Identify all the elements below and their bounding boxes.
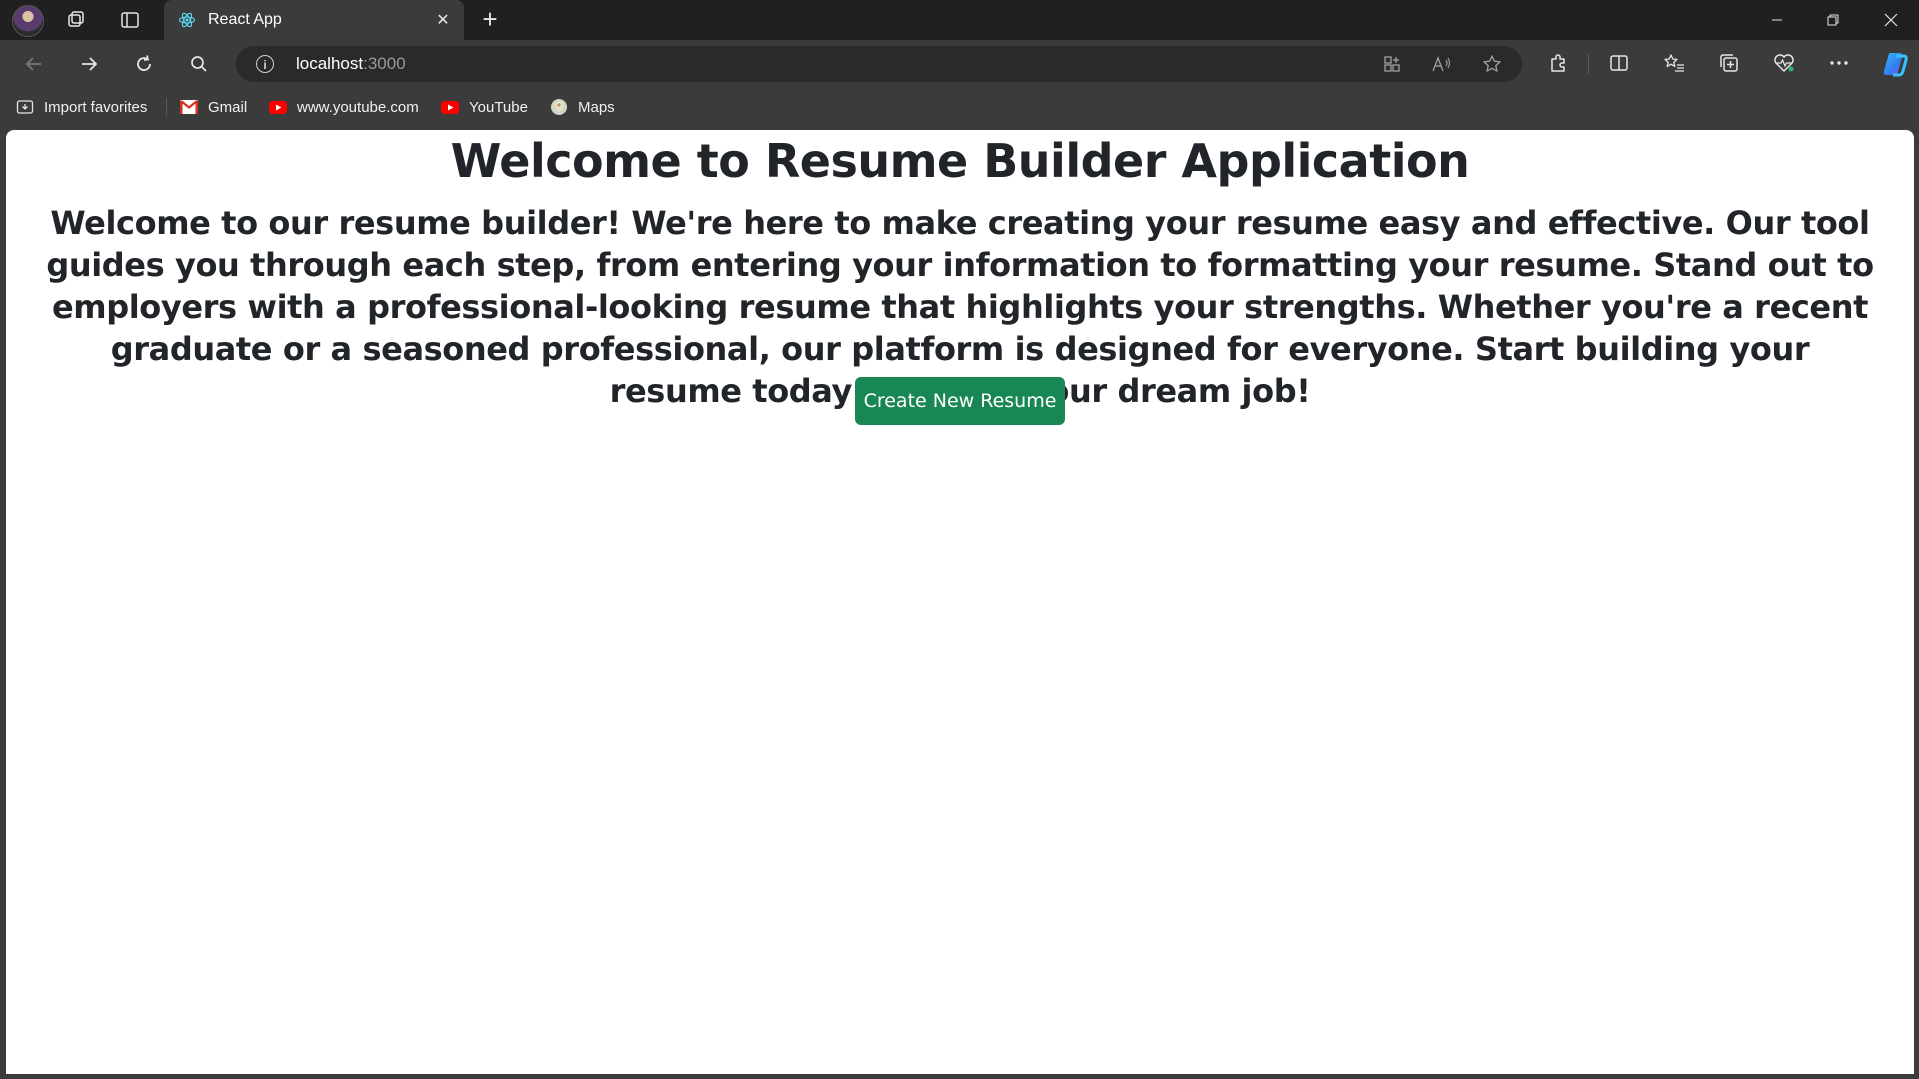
- react-icon: [178, 11, 196, 29]
- bookmark-label: Import favorites: [44, 98, 148, 116]
- bookmark-youtube[interactable]: YouTube: [441, 97, 528, 117]
- youtube-icon: [269, 98, 287, 116]
- minimize-icon[interactable]: [1749, 0, 1805, 40]
- close-tab-icon[interactable]: ✕: [432, 9, 454, 31]
- forward-arrow-icon[interactable]: [73, 48, 105, 80]
- import-favorites-icon: [16, 98, 34, 116]
- new-tab-icon[interactable]: +: [478, 6, 502, 32]
- title-bar: React App ✕ +: [0, 0, 1919, 40]
- create-new-resume-button[interactable]: Create New Resume: [855, 377, 1065, 425]
- favorites-list-icon[interactable]: [1661, 50, 1687, 76]
- tab-title: React App: [208, 11, 282, 28]
- bookmark-label: www.youtube.com: [297, 98, 419, 116]
- restore-icon[interactable]: [1805, 0, 1861, 40]
- browser-toolbar: i localhost:3000: [0, 40, 1919, 88]
- profile-avatar[interactable]: [12, 5, 44, 37]
- gmail-icon: [180, 98, 198, 116]
- app-available-icon[interactable]: [1380, 52, 1404, 76]
- tab-actions-icon[interactable]: [118, 8, 142, 32]
- read-aloud-icon[interactable]: [1430, 52, 1454, 76]
- more-options-icon[interactable]: [1826, 50, 1852, 76]
- bookmark-label: YouTube: [469, 98, 528, 116]
- bookmark-import-favorites[interactable]: Import favorites: [16, 97, 147, 117]
- browser-essentials-icon[interactable]: [1771, 50, 1797, 76]
- toolbar-divider: [1588, 54, 1589, 74]
- youtube-icon: [441, 98, 459, 116]
- refresh-icon[interactable]: [128, 48, 160, 80]
- favorite-star-icon[interactable]: [1480, 52, 1504, 76]
- bookmark-gmail[interactable]: Gmail: [180, 97, 247, 117]
- url-text[interactable]: localhost:3000: [296, 54, 406, 74]
- workspaces-icon[interactable]: [64, 8, 88, 32]
- address-bar[interactable]: i localhost:3000: [236, 46, 1522, 82]
- bookmark-label: Maps: [578, 98, 615, 116]
- page-title: Welcome to Resume Builder Application: [450, 134, 1470, 188]
- favorites-bar: Import favorites Gmail www.youtube.com Y…: [0, 88, 1919, 126]
- copilot-icon[interactable]: [1880, 49, 1910, 79]
- collections-icon[interactable]: [1716, 50, 1742, 76]
- back-arrow-icon[interactable]: [18, 48, 50, 80]
- extensions-icon[interactable]: [1545, 50, 1571, 76]
- search-icon[interactable]: [183, 48, 215, 80]
- split-screen-icon[interactable]: [1606, 50, 1632, 76]
- active-tab[interactable]: React App ✕: [164, 0, 464, 40]
- bookmark-maps[interactable]: Maps: [550, 97, 615, 117]
- bookmark-divider: [166, 98, 167, 116]
- bookmark-youtube-com[interactable]: www.youtube.com: [269, 97, 419, 117]
- maps-icon: [550, 98, 568, 116]
- page-viewport: Welcome to Resume Builder Application We…: [6, 130, 1914, 1074]
- bookmark-label: Gmail: [208, 98, 248, 116]
- site-info-icon[interactable]: i: [256, 55, 274, 73]
- close-window-icon[interactable]: [1863, 0, 1919, 40]
